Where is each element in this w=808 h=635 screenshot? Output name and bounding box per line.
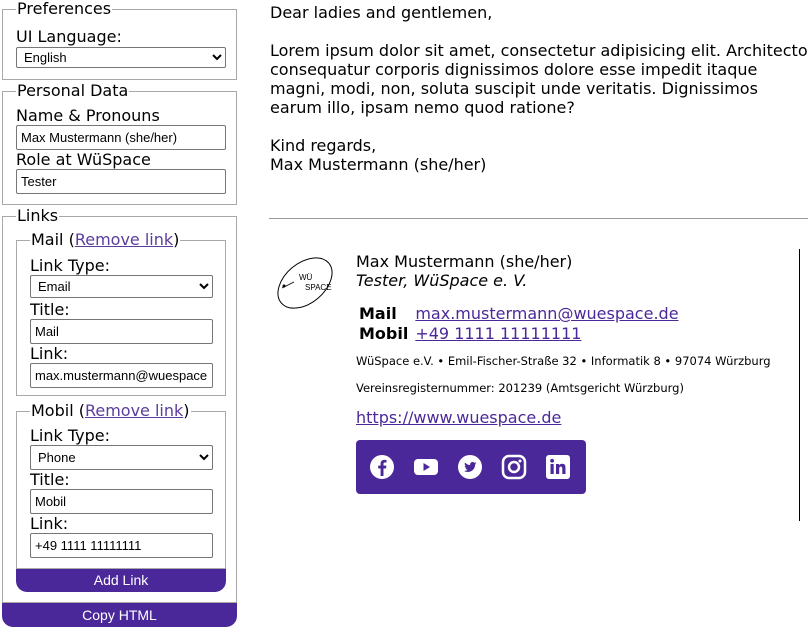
instagram-icon[interactable] bbox=[501, 454, 527, 480]
signature-address: WüSpace e.V. • Emil-Fischer-Straße 32 • … bbox=[356, 354, 771, 368]
logo-text-top: WÜ bbox=[299, 273, 313, 282]
ui-language-select[interactable]: English bbox=[16, 47, 226, 68]
letter-greeting: Dear ladies and gentlemen, bbox=[270, 3, 493, 22]
letter-body: Lorem ipsum dolor sit amet, consectetur … bbox=[270, 41, 808, 117]
role-input[interactable] bbox=[16, 169, 226, 194]
link-title-label: Title: bbox=[30, 300, 70, 319]
signature-phone-link[interactable]: +49 1111 11111111 bbox=[415, 324, 581, 343]
copy-html-button[interactable]: Copy HTML bbox=[2, 603, 237, 627]
link-mail-legend: Mail (Remove link) bbox=[31, 230, 180, 249]
twitter-icon[interactable] bbox=[457, 454, 483, 480]
email-signature: Max Mustermann (she/her) Tester, WüSpace… bbox=[356, 252, 771, 494]
link-title-label: Title: bbox=[30, 470, 70, 489]
link-mobil-legend: Mobil (Remove link) bbox=[31, 401, 190, 420]
personal-data-fieldset: Personal Data Name & Pronouns Role at Wü… bbox=[2, 82, 237, 205]
letter-signer: Max Mustermann (she/her) bbox=[270, 155, 487, 174]
name-pronouns-label: Name & Pronouns bbox=[16, 106, 160, 125]
personal-data-legend: Personal Data bbox=[17, 81, 129, 100]
signature-name: Max Mustermann (she/her) bbox=[356, 252, 573, 271]
add-link-button[interactable]: Add Link bbox=[16, 569, 226, 592]
link-type-label: Link Type: bbox=[30, 426, 110, 445]
facebook-icon[interactable] bbox=[369, 454, 395, 480]
link-title-input-mail[interactable] bbox=[30, 319, 213, 344]
signature-mail-link[interactable]: max.mustermann@wuespace.de bbox=[415, 304, 678, 323]
link-url-input-mobil[interactable] bbox=[30, 533, 213, 558]
link-mobil-title: Mobil bbox=[31, 401, 74, 420]
link-mail-fieldset: Mail (Remove link) Link Type: Email Titl… bbox=[16, 231, 226, 396]
settings-sidebar: Preferences UI Language: English Persona… bbox=[2, 0, 237, 627]
youtube-icon[interactable] bbox=[413, 454, 439, 480]
preferences-fieldset: Preferences UI Language: English bbox=[2, 0, 237, 80]
logo-text-bottom: SPACE bbox=[305, 283, 332, 292]
link-type-select-mobil[interactable]: Phone bbox=[30, 445, 213, 470]
link-url-label: Link: bbox=[30, 514, 69, 533]
link-type-label: Link Type: bbox=[30, 256, 110, 275]
letter-separator bbox=[269, 218, 808, 219]
letter-text: Dear ladies and gentlemen, Lorem ipsum d… bbox=[270, 0, 808, 174]
link-mobil-fieldset: Mobil (Remove link) Link Type: Phone Tit… bbox=[16, 402, 226, 569]
signature-link-row: Mail max.mustermann@wuespace.de bbox=[356, 303, 683, 323]
links-fieldset: Links Mail (Remove link) Link Type: Emai… bbox=[2, 207, 237, 603]
link-title-input-mobil[interactable] bbox=[30, 489, 213, 514]
linkedin-icon[interactable] bbox=[545, 454, 571, 480]
letter-preview: Dear ladies and gentlemen, Lorem ipsum d… bbox=[270, 0, 808, 174]
signature-link-key: Mobil bbox=[359, 324, 409, 343]
ui-language-label: UI Language: bbox=[16, 27, 122, 46]
signature-links-table: Mail max.mustermann@wuespace.de Mobil +4… bbox=[356, 303, 683, 343]
remove-link-mobil-button[interactable]: Remove link bbox=[85, 401, 183, 420]
signature-link-key: Mail bbox=[359, 304, 397, 323]
link-type-select-mail[interactable]: Email bbox=[30, 275, 213, 298]
link-url-label: Link: bbox=[30, 344, 69, 363]
links-legend: Links bbox=[17, 206, 59, 225]
signature-link-row: Mobil +49 1111 11111111 bbox=[356, 323, 683, 343]
link-url-input-mail[interactable] bbox=[30, 363, 213, 388]
signature-role: Tester, WüSpace e. V. bbox=[356, 271, 528, 290]
signature-right-border bbox=[799, 249, 800, 521]
remove-link-mail-button[interactable]: Remove link bbox=[75, 230, 173, 249]
preferences-legend: Preferences bbox=[17, 0, 112, 18]
letter-closing: Kind regards, bbox=[270, 136, 377, 155]
social-icons-bar bbox=[356, 440, 586, 494]
signature-website-link[interactable]: https://www.wuespace.de bbox=[356, 408, 561, 427]
role-label: Role at WüSpace bbox=[16, 150, 151, 169]
name-pronouns-input[interactable] bbox=[16, 125, 226, 150]
link-mail-title: Mail bbox=[31, 230, 64, 249]
signature-register: Vereinsregisternummer: 201239 (Amtsgeric… bbox=[356, 381, 684, 395]
wuespace-logo: WÜ SPACE bbox=[277, 257, 333, 309]
